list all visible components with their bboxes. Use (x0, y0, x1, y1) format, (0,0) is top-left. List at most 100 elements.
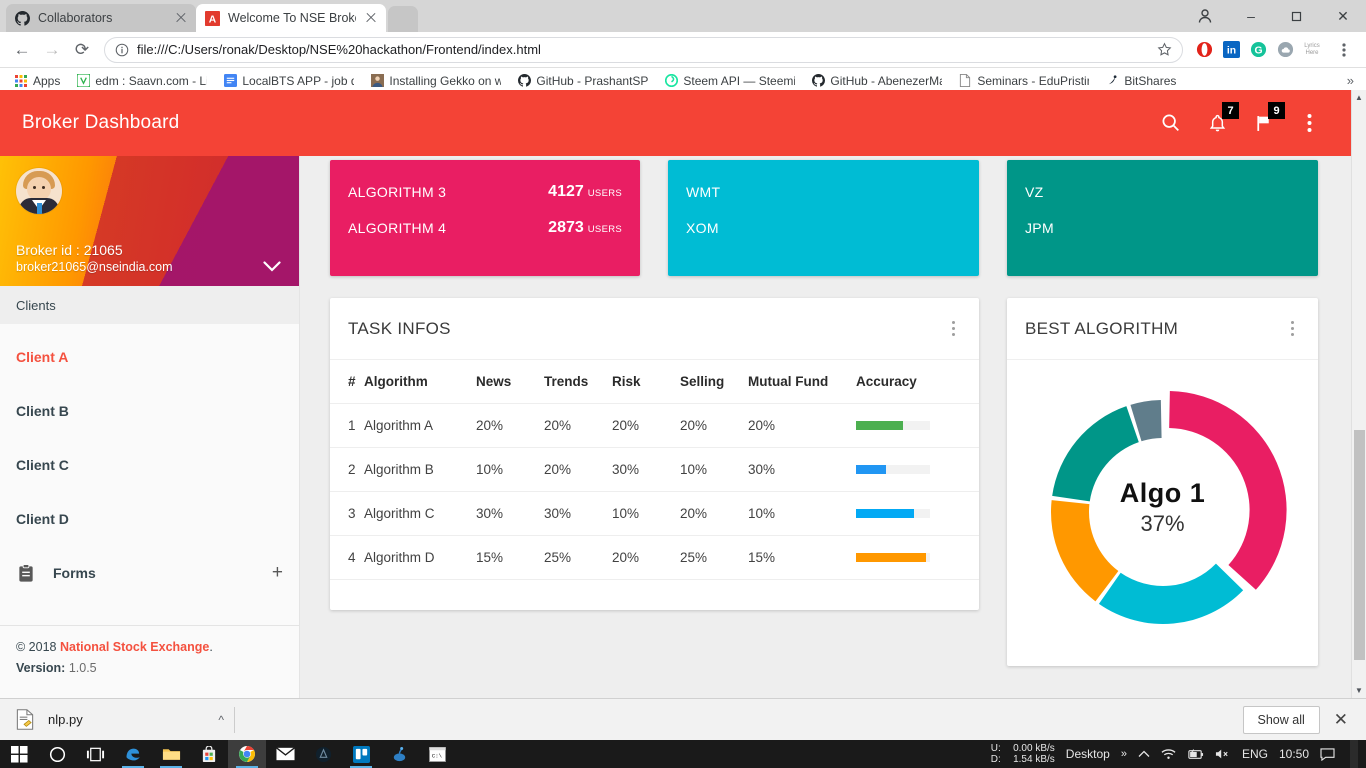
stat-card-algorithms[interactable]: ALGORITHM 3 4127 USERS ALGORITHM 4 2873 … (330, 160, 640, 276)
account-icon[interactable] (1182, 0, 1228, 32)
sidebar-item-client-c[interactable]: Client C (0, 438, 299, 492)
table-row[interactable]: 2 Algorithm B 10% 20% 30% 10% 30% (330, 447, 979, 492)
maximize-button[interactable] (1274, 0, 1320, 32)
kebab-menu-icon[interactable] (945, 321, 961, 336)
edge-icon[interactable] (114, 740, 152, 768)
sidebar-item-forms[interactable]: Forms + (0, 546, 299, 600)
star-icon[interactable] (1157, 42, 1172, 57)
battery-charging-icon[interactable] (1187, 748, 1204, 760)
download-label: D: (990, 754, 1001, 765)
task-infos-title: TASK INFOS (348, 318, 451, 338)
sidebar-item-client-b[interactable]: Client B (0, 384, 299, 438)
search-icon[interactable] (1159, 111, 1183, 135)
volume-mute-icon[interactable] (1215, 748, 1231, 760)
sidebar-item-client-d[interactable]: Client D (0, 492, 299, 546)
clock[interactable]: 10:50 (1279, 747, 1309, 761)
download-file-name: nlp.py (48, 712, 83, 727)
chevron-up-icon[interactable]: ^ (218, 713, 224, 727)
bookmark-github-prashant[interactable]: GitHub - PrashantSPc (509, 70, 656, 92)
cell-selling: 20% (680, 403, 748, 448)
bookmark-gekko[interactable]: Installing Gekko on w (362, 70, 509, 92)
accuracy-bar-fill (856, 553, 927, 562)
cloud-icon[interactable] (1276, 41, 1294, 59)
broker-email: broker21065@nseindia.com (16, 260, 173, 274)
kebab-menu-icon[interactable] (1330, 36, 1358, 64)
stat-row: JPM (1025, 210, 1300, 246)
chevron-down-icon[interactable] (263, 261, 281, 272)
nse-link[interactable]: National Stock Exchange (60, 640, 209, 654)
minimize-button[interactable]: – (1228, 0, 1274, 32)
info-icon[interactable] (115, 43, 129, 57)
bookmark-github-abenezer[interactable]: GitHub - AbenezerMa (803, 70, 950, 92)
divider (234, 706, 235, 733)
close-icon[interactable]: ✕ (1334, 710, 1352, 730)
store-icon[interactable] (190, 740, 228, 768)
close-icon[interactable] (174, 11, 188, 25)
stat-card-tickers-teal[interactable]: VZ JPM (1007, 160, 1318, 276)
wifi-icon[interactable] (1161, 748, 1176, 760)
table-row[interactable]: 1 Algorithm A 20% 20% 20% 20% 20% (330, 403, 979, 448)
chrome-icon[interactable] (228, 740, 266, 768)
mail-icon[interactable] (266, 740, 304, 768)
cell-news: 15% (476, 535, 544, 580)
opera-icon[interactable] (1195, 41, 1213, 59)
file-explorer-icon[interactable] (152, 740, 190, 768)
cortana-icon[interactable] (38, 740, 76, 768)
scroll-down-arrow[interactable]: ▼ (1352, 683, 1366, 698)
sidebar-item-client-a[interactable]: Client A (0, 330, 299, 384)
app-a-icon[interactable] (304, 740, 342, 768)
bookmarks-overflow-button[interactable]: » (1347, 73, 1360, 88)
profile-panel[interactable]: Broker id : 21065 broker21065@nseindia.c… (0, 156, 299, 286)
page-scrollbar[interactable]: ▲ ▼ (1351, 90, 1366, 698)
bookmark-localbts[interactable]: LocalBTS APP - job do (215, 70, 362, 92)
bookmark-edupristine[interactable]: Seminars - EduPristin (950, 70, 1097, 92)
clipboard-icon (16, 563, 35, 583)
download-item[interactable]: nlp.py ^ (14, 709, 224, 731)
task-view-icon[interactable] (76, 740, 114, 768)
kebab-menu-icon[interactable] (1284, 321, 1300, 336)
close-button[interactable]: ✕ (1320, 0, 1366, 32)
linkedin-icon[interactable]: in (1222, 41, 1240, 59)
address-bar[interactable]: file:///C:/Users/ronak/Desktop/NSE%20hac… (104, 36, 1183, 63)
forms-label: Forms (53, 565, 96, 581)
show-all-button[interactable]: Show all (1242, 705, 1320, 734)
plus-icon[interactable]: + (272, 562, 283, 584)
forward-button[interactable]: → (38, 36, 66, 64)
donut-slice[interactable] (1098, 563, 1243, 624)
scrollbar-thumb[interactable] (1354, 430, 1365, 660)
grammarly-icon[interactable]: G (1249, 41, 1267, 59)
new-tab-button[interactable] (388, 6, 418, 32)
table-row[interactable]: 4 Algorithm D 15% 25% 20% 25% 15% (330, 535, 979, 580)
scroll-up-arrow[interactable]: ▲ (1352, 90, 1366, 105)
language-indicator[interactable]: ENG (1242, 747, 1268, 761)
desktop-label[interactable]: Desktop (1066, 747, 1110, 761)
browser-tab-nse-broker[interactable]: A Welcome To NSE Broker D (196, 4, 386, 32)
table-row[interactable]: 3 Algorithm C 30% 30% 10% 20% 10% (330, 491, 979, 536)
app-icon: A (204, 10, 220, 26)
flag-icon[interactable]: 9 (1251, 102, 1285, 135)
bookmark-steemit[interactable]: Steem API — Steemit (656, 70, 803, 92)
lyrics-here-icon[interactable]: Lyrics Here (1303, 41, 1321, 59)
bookmark-bitshares[interactable]: BitShares (1097, 70, 1184, 92)
windows-start-icon[interactable] (0, 740, 38, 768)
genie-icon[interactable] (380, 740, 418, 768)
bell-icon[interactable]: 7 (1205, 102, 1239, 135)
kebab-menu-icon[interactable] (1297, 111, 1321, 135)
cell-mutual-fund: 15% (748, 535, 856, 580)
reload-button[interactable]: ⟳ (68, 36, 96, 64)
cell-mutual-fund: 30% (748, 447, 856, 492)
tray-overflow-icon[interactable]: » (1121, 748, 1127, 760)
browser-tab-collaborators[interactable]: Collaborators (6, 4, 196, 32)
stat-card-tickers-cyan[interactable]: WMT XOM (668, 160, 979, 276)
close-icon[interactable] (364, 11, 378, 25)
show-desktop-button[interactable] (1350, 740, 1358, 768)
table-body: 1 Algorithm A 20% 20% 20% 20% 20% 2 Algo… (330, 403, 979, 580)
back-button[interactable]: ← (8, 36, 36, 64)
bookmark-apps[interactable]: Apps (6, 70, 68, 92)
speech-bubble-icon[interactable] (1320, 747, 1335, 761)
cmd-icon[interactable]: C:\ (418, 740, 456, 768)
cell-accuracy (856, 491, 979, 536)
bookmark-saavn[interactable]: edm : Saavn.com - Lis (68, 70, 215, 92)
trello-icon[interactable] (342, 740, 380, 768)
chevron-up-icon[interactable] (1138, 750, 1150, 758)
